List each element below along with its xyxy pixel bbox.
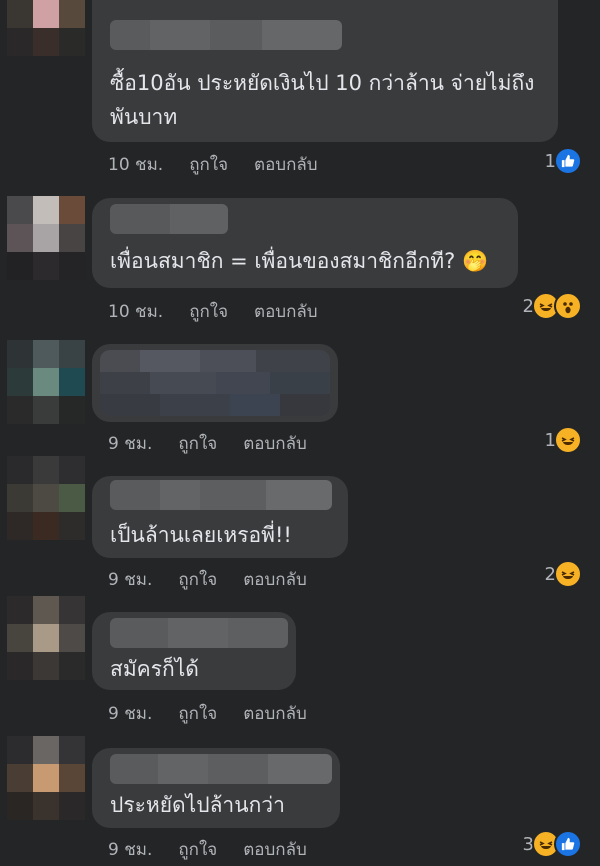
like-icon bbox=[554, 830, 582, 858]
wow-icon bbox=[554, 292, 582, 320]
avatar[interactable] bbox=[7, 340, 85, 424]
haha-icon bbox=[554, 426, 582, 454]
comment-bubble: ซื้อ10อัน ประหยัดเงินไป 10 กว่าล้าน จ่าย… bbox=[92, 0, 558, 142]
avatar[interactable] bbox=[7, 456, 85, 540]
author-name-redacted[interactable] bbox=[110, 480, 332, 510]
avatar[interactable] bbox=[7, 736, 85, 820]
author-name-redacted[interactable] bbox=[110, 754, 332, 784]
reply-link[interactable]: ตอบกลับ bbox=[243, 836, 307, 863]
comment-bubble: ประหยัดไปล้านกว่า bbox=[92, 748, 340, 828]
like-link[interactable]: ถูกใจ bbox=[189, 151, 228, 178]
timestamp: 9 ชม. bbox=[108, 434, 153, 454]
avatar[interactable] bbox=[7, 196, 85, 280]
like-link[interactable]: ถูกใจ bbox=[178, 430, 217, 457]
reply-link[interactable]: ตอบกลับ bbox=[243, 700, 307, 727]
timestamp: 10 ชม. bbox=[108, 302, 164, 322]
like-link[interactable]: ถูกใจ bbox=[189, 298, 228, 325]
comment-actions: 9 ชม. ถูกใจ ตอบกลับ bbox=[108, 566, 307, 593]
avatar[interactable] bbox=[7, 596, 85, 680]
comment-text: ประหยัดไปล้านกว่า bbox=[110, 793, 285, 817]
comment-actions: 9 ชม. ถูกใจ ตอบกลับ bbox=[108, 430, 307, 457]
timestamp: 9 ชม. bbox=[108, 704, 153, 724]
comment-bubble: เป็นล้านเลยเหรอพี่!! bbox=[92, 476, 348, 558]
comment-text: เป็นล้านเลยเหรอพี่!! bbox=[110, 523, 292, 547]
like-link[interactable]: ถูกใจ bbox=[178, 566, 217, 593]
author-name-redacted[interactable] bbox=[110, 20, 342, 50]
reply-link[interactable]: ตอบกลับ bbox=[243, 430, 307, 457]
haha-icon bbox=[554, 560, 582, 588]
author-name-redacted[interactable] bbox=[110, 618, 288, 648]
comment-actions: 10 ชม. ถูกใจ ตอบกลับ bbox=[108, 298, 318, 325]
reaction-summary[interactable]: 3 bbox=[523, 830, 582, 858]
reaction-summary[interactable]: 2 bbox=[523, 292, 582, 320]
reaction-summary[interactable]: 2 bbox=[545, 560, 582, 588]
timestamp: 9 ชม. bbox=[108, 570, 153, 590]
timestamp: 9 ชม. bbox=[108, 840, 153, 860]
reply-link[interactable]: ตอบกลับ bbox=[254, 151, 318, 178]
like-link[interactable]: ถูกใจ bbox=[178, 836, 217, 863]
comment-text: เพื่อนสมาชิก = เพื่อนของสมาชิกอีกที? 🤭 bbox=[110, 249, 489, 273]
reaction-summary[interactable]: 1 bbox=[545, 147, 582, 175]
comment-text: สมัครก็ได้ bbox=[110, 657, 199, 681]
comment-actions: 10 ชม. ถูกใจ ตอบกลับ bbox=[108, 151, 318, 178]
timestamp: 10 ชม. bbox=[108, 155, 164, 175]
reply-link[interactable]: ตอบกลับ bbox=[254, 298, 318, 325]
avatar[interactable] bbox=[7, 0, 85, 56]
comment-bubble bbox=[92, 344, 338, 422]
reaction-summary[interactable]: 1 bbox=[545, 426, 582, 454]
like-icon bbox=[554, 147, 582, 175]
comment-actions: 9 ชม. ถูกใจ ตอบกลับ bbox=[108, 700, 307, 727]
like-link[interactable]: ถูกใจ bbox=[178, 700, 217, 727]
author-name-redacted[interactable] bbox=[110, 204, 228, 234]
comment-text-redacted bbox=[100, 350, 330, 416]
comment-bubble: สมัครก็ได้ bbox=[92, 612, 296, 690]
comment-actions: 9 ชม. ถูกใจ ตอบกลับ bbox=[108, 836, 307, 863]
comment-text: ซื้อ10อัน ประหยัดเงินไป 10 กว่าล้าน จ่าย… bbox=[110, 71, 535, 129]
comment-bubble: เพื่อนสมาชิก = เพื่อนของสมาชิกอีกที? 🤭 bbox=[92, 198, 518, 288]
reply-link[interactable]: ตอบกลับ bbox=[243, 566, 307, 593]
